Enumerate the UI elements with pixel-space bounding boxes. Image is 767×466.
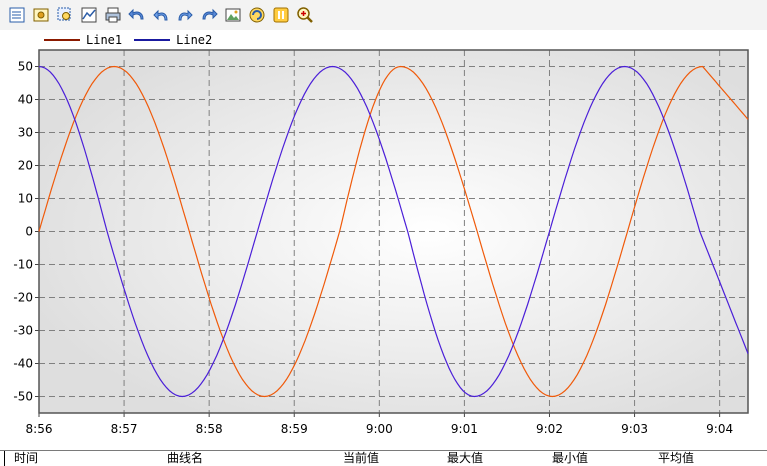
y-tick-label: -30 — [13, 324, 33, 338]
y-tick-label: 10 — [18, 192, 33, 206]
data-point-line2 — [182, 396, 183, 397]
save-image-icon — [225, 8, 241, 22]
x-tick-label: 9:04 — [706, 422, 733, 436]
data-point-line1 — [477, 231, 478, 232]
redo-all-icon — [202, 8, 218, 20]
y-tick-label: 50 — [18, 60, 33, 74]
zoom-in-button[interactable] — [294, 4, 316, 26]
legend-item-2: Line2 — [134, 33, 212, 47]
zoom-area-button[interactable] — [54, 4, 76, 26]
chart-button[interactable] — [78, 4, 100, 26]
data-point-line2 — [549, 231, 550, 232]
data-point-line1 — [702, 66, 703, 67]
data-point-line2 — [38, 66, 39, 67]
column-header-curve-name[interactable]: 曲线名 — [167, 451, 203, 466]
y-tick-label: 20 — [18, 159, 33, 173]
y-tick-label: 30 — [18, 126, 33, 140]
data-point-line1 — [627, 231, 628, 232]
data-point-line2 — [407, 231, 408, 232]
zoom-in-icon — [297, 7, 313, 23]
undo-all-icon — [128, 8, 144, 20]
undo-icon — [153, 9, 168, 21]
x-tick-label: 8:58 — [196, 422, 223, 436]
y-tick-label: 0 — [25, 225, 33, 239]
undo-button[interactable] — [150, 4, 172, 26]
data-point-line2 — [332, 66, 333, 67]
data-point-line1 — [747, 119, 748, 120]
x-tick-label: 9:00 — [366, 422, 393, 436]
legend: Line1 Line2 — [44, 31, 224, 49]
legend-swatch — [134, 39, 171, 41]
print-button[interactable] — [102, 4, 124, 26]
settings-icon — [33, 8, 49, 22]
data-point-line2 — [699, 231, 700, 232]
data-point-line1 — [400, 66, 401, 67]
column-header-average-value[interactable]: 平均值 — [658, 451, 694, 466]
redo-icon — [178, 9, 193, 21]
undo-all-button[interactable] — [126, 4, 148, 26]
data-grid-header: 时间 曲线名 当前值 最大值 最小值 平均值 — [0, 450, 767, 466]
toolbar — [0, 0, 767, 30]
data-point-line1 — [339, 231, 340, 232]
row-marker — [4, 451, 5, 466]
data-point-line1 — [114, 66, 115, 67]
y-tick-label: -40 — [13, 357, 33, 371]
column-header-max-value[interactable]: 最大值 — [447, 451, 483, 466]
x-tick-label: 8:56 — [26, 422, 53, 436]
properties-button[interactable] — [6, 4, 28, 26]
data-point-line2 — [747, 353, 748, 354]
x-tick-label: 8:57 — [111, 422, 138, 436]
settings-button[interactable] — [30, 4, 52, 26]
column-header-min-value[interactable]: 最小值 — [552, 451, 588, 466]
y-tick-label: -10 — [13, 258, 33, 272]
column-header-time[interactable]: 时间 — [14, 451, 38, 466]
data-point-line1 — [552, 396, 553, 397]
refresh-icon — [249, 7, 265, 23]
data-point-line2 — [257, 231, 258, 232]
data-point-line1 — [189, 231, 190, 232]
legend-item-1: Line1 — [44, 33, 122, 47]
y-tick-label: 40 — [18, 93, 33, 107]
legend-label: Line2 — [176, 33, 213, 47]
y-tick-label: -50 — [13, 390, 33, 404]
print-icon — [105, 7, 121, 23]
data-point-line2 — [106, 231, 107, 232]
x-tick-label: 9:03 — [621, 422, 648, 436]
pause-icon — [273, 7, 289, 23]
legend-label: Line1 — [86, 33, 123, 47]
chart-icon — [81, 7, 97, 23]
line-chart: -50 -40 -30 -20 -10 0 10 20 30 40 50 8:56 8:57 8:58 8:… — [13, 49, 749, 436]
data-point-line2 — [474, 396, 475, 397]
y-tick-label: -20 — [13, 291, 33, 305]
refresh-button[interactable] — [246, 4, 268, 26]
data-point-line1 — [38, 231, 39, 232]
zoom-area-icon — [57, 7, 71, 21]
redo-all-button[interactable] — [198, 4, 220, 26]
data-point-line2 — [624, 66, 625, 67]
save-image-button[interactable] — [222, 4, 244, 26]
x-tick-label: 9:02 — [536, 422, 563, 436]
legend-swatch — [44, 39, 80, 41]
pause-button[interactable] — [270, 4, 292, 26]
properties-icon — [9, 7, 25, 23]
redo-button[interactable] — [174, 4, 196, 26]
column-header-current-value[interactable]: 当前值 — [343, 451, 379, 466]
data-point-line1 — [264, 396, 265, 397]
x-tick-label: 9:01 — [451, 422, 478, 436]
x-tick-label: 8:59 — [281, 422, 308, 436]
